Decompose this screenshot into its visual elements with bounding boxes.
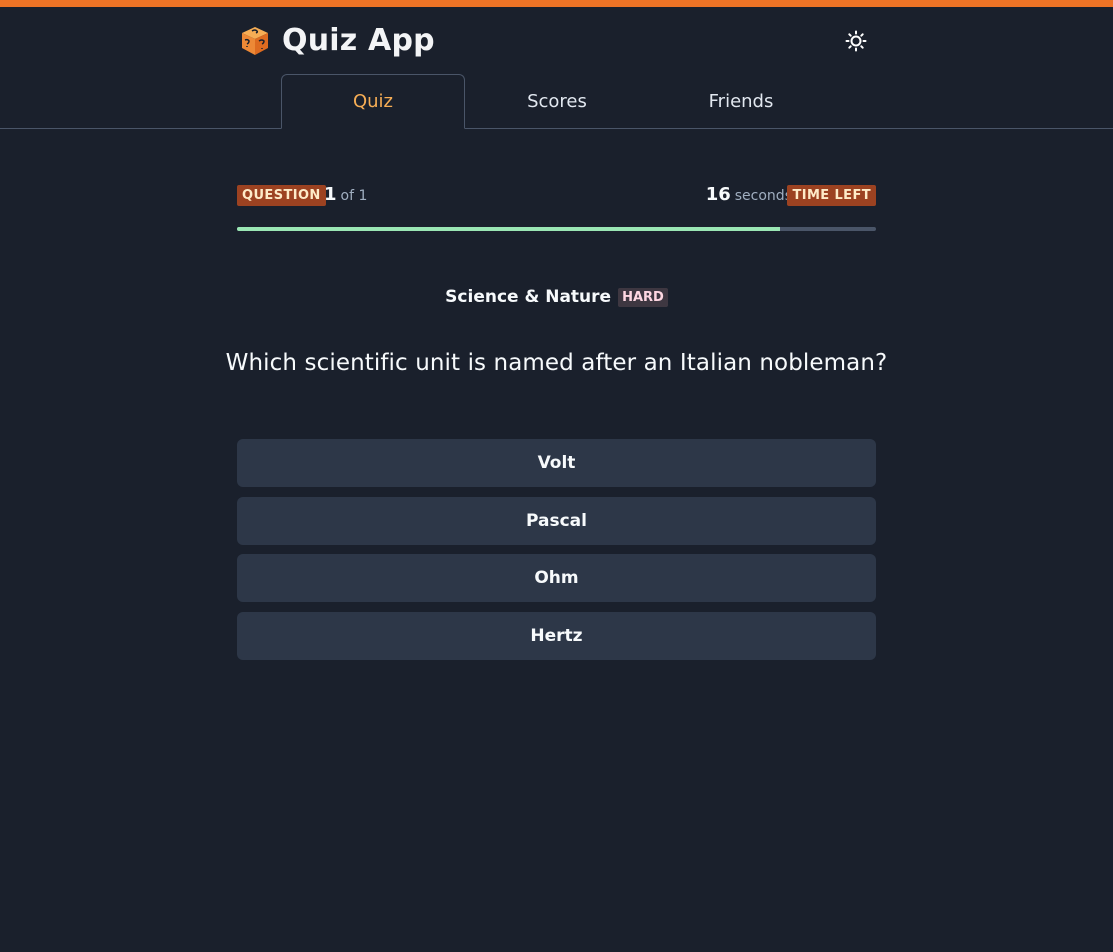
question-current: 1 (324, 184, 337, 205)
difficulty-badge: HARD (618, 287, 668, 307)
answer-option[interactable]: Pascal (237, 497, 876, 545)
question-category: Science & Nature (445, 287, 612, 307)
tab-scores[interactable]: Scores (465, 74, 649, 129)
time-counter: 16 seconds (706, 184, 792, 205)
question-badge: QUESTION (237, 185, 326, 206)
seconds-unit: seconds (734, 188, 792, 204)
sun-icon (845, 30, 867, 52)
question-counter: 1 of 1 (324, 184, 367, 205)
answer-option[interactable]: Ohm (237, 554, 876, 602)
app-title: Quiz App (282, 23, 435, 58)
answer-option[interactable]: Hertz (237, 612, 876, 660)
top-accent-bar (0, 0, 1113, 7)
dice-icon (242, 27, 268, 55)
question-total: of 1 (340, 188, 368, 204)
time-left-badge: TIME LEFT (787, 185, 876, 206)
question-meta: Science & Nature HARD (0, 287, 1113, 307)
seconds-left: 16 (705, 184, 731, 205)
timer-progress-fill (237, 227, 781, 231)
tab-quiz[interactable]: Quiz (281, 74, 465, 129)
app-brand: Quiz App (240, 24, 435, 58)
question-text: Which scientific unit is named after an … (225, 350, 888, 376)
answer-option[interactable]: Volt (237, 439, 876, 487)
theme-toggle-button[interactable] (842, 27, 870, 55)
timer-progress-bar (237, 227, 876, 231)
tab-friends[interactable]: Friends (649, 74, 833, 129)
